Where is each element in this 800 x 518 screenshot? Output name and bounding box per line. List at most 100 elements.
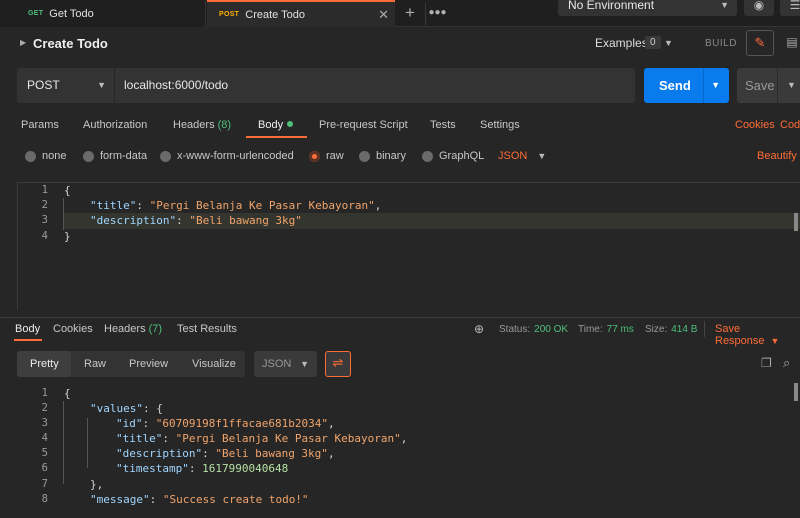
time-value: 77 ms [606,324,634,335]
tab-title: Get Todo [49,7,94,20]
code-token: { [64,184,71,197]
method-select[interactable]: POST ▼ [17,68,114,103]
response-format-select[interactable]: JSON ▼ [254,351,317,377]
size-value: 414 B [671,324,698,335]
chevron-down-icon[interactable]: ▼ [787,68,796,103]
new-tab-button[interactable]: + [399,3,421,25]
save-button[interactable]: Save ▼ [737,68,800,103]
radio-label: raw [326,150,344,162]
tab-body-label: Body [258,119,284,131]
radio-label: form-data [100,150,148,162]
eye-icon[interactable]: ◉ [744,0,774,16]
json-string: "Beli bawang 3kg" [215,447,328,460]
line-number: 5 [41,447,48,459]
radio-dot [83,150,94,162]
indent-guide [63,401,64,484]
radio-label: x-www-form-urlencoded [177,150,294,162]
examples-count-badge: 0 [645,36,661,49]
code-line: "title": "Pergi Belanja Ke Pasar Kebayor… [116,432,408,445]
code-line: "timestamp": 1617990040648 [116,462,289,475]
radio-label: none [42,150,67,162]
send-button[interactable]: Send ▼ [644,68,729,103]
indent-guide [87,418,88,468]
json-string: "60709198f1ffacae681b2034" [155,417,328,430]
tab-params[interactable]: Params [21,119,59,131]
chevron-down-icon: ▼ [97,80,106,90]
copy-icon[interactable]: ❐ [761,356,772,370]
chevron-down-icon: ▼ [537,151,547,161]
pane-divider[interactable] [0,317,800,318]
cookies-link[interactable]: Cookies [735,119,775,131]
environment-select[interactable]: No Environment ▼ [558,0,737,16]
code-line: "description": "Beli bawang 3kg" [90,214,302,227]
headers-count: (8) [217,119,232,131]
json-key: "description" [90,214,177,227]
tab-headers-label: Headers [173,119,215,131]
pencil-icon[interactable]: ✎ [746,30,774,56]
json-string: "Pergi Belanja Ke Pasar Kebayoran" [149,199,375,212]
tab-create-todo[interactable]: POST Create Todo ✕ [207,0,395,27]
tab-method-badge: POST [219,11,240,18]
radio-label: GraphQL [439,150,485,162]
line-number: 7 [41,478,48,490]
response-tab-test-results[interactable]: Test Results [177,323,237,335]
close-icon[interactable]: ✕ [378,7,389,23]
time-label: Time: [578,324,603,335]
chevron-down-icon: ▼ [770,336,780,346]
line-number: 4 [41,432,48,444]
search-icon[interactable]: ⌕ [783,355,790,371]
tab-prerequest-script[interactable]: Pre-request Script [319,119,408,131]
radio-label: binary [376,150,406,162]
code-line: "id": "60709198f1ffacae681b2034", [116,417,335,430]
settings-sliders-icon[interactable]: ☰ [780,0,800,16]
body-format-select[interactable]: JSON ▼ [498,150,546,162]
tab-body[interactable]: Body [258,119,294,131]
radio-raw[interactable]: raw [309,150,344,162]
code-link[interactable]: Code [780,119,800,131]
beautify-link[interactable]: Beautify [757,150,797,162]
examples-label[interactable]: Examples [595,36,648,50]
body-format-label: JSON [498,150,528,162]
line-number: 1 [41,184,48,196]
radio-form-data[interactable]: form-data [83,150,147,162]
status-info: Status: 200 OK [499,324,568,335]
view-visualize[interactable]: Visualize [192,351,236,377]
save-response-label: Save Response [715,323,765,347]
comment-icon[interactable]: ▤ [778,30,800,56]
build-label[interactable]: BUILD [705,38,737,49]
more-tabs-icon[interactable]: ●●● [425,3,449,25]
wrap-lines-icon[interactable]: ⇌ [325,351,351,377]
save-response-button[interactable]: Save Response ▼ [715,323,800,347]
json-key: "description" [116,447,203,460]
environment-label: No Environment [568,0,655,12]
tab-authorization[interactable]: Authorization [83,119,147,131]
collapse-caret-icon[interactable]: ▶ [20,38,26,47]
chevron-down-icon[interactable]: ▼ [711,68,720,103]
radio-none[interactable]: none [25,150,66,162]
tab-settings[interactable]: Settings [480,119,520,131]
tab-get-todo[interactable]: GET Get Todo [0,0,206,27]
line-number: 6 [41,462,48,474]
status-label: Status: [499,324,531,335]
radio-binary[interactable]: binary [359,150,406,162]
response-tab-headers[interactable]: Headers (7) [104,323,162,335]
view-pretty[interactable]: Pretty [30,351,59,377]
response-tab-body[interactable]: Body [15,323,40,335]
radio-urlencoded[interactable]: x-www-form-urlencoded [160,150,294,162]
view-preview[interactable]: Preview [129,351,168,377]
editor-scrollbar[interactable] [794,213,798,231]
divider [704,321,705,337]
code-line: "description": "Beli bawang 3kg", [116,447,335,460]
url-input[interactable]: localhost:6000/todo [115,68,635,103]
radio-graphql[interactable]: GraphQL [422,150,484,162]
code-token: { [64,387,71,400]
response-scrollbar[interactable] [794,383,798,401]
chevron-down-icon[interactable]: ▼ [664,38,673,48]
tab-headers[interactable]: Headers (8) [173,119,231,131]
json-string: "Beli bawang 3kg" [189,214,302,227]
response-tab-cookies[interactable]: Cookies [53,323,93,335]
json-key: "timestamp" [116,462,189,475]
tab-tests[interactable]: Tests [430,119,456,131]
view-raw[interactable]: Raw [84,351,106,377]
globe-icon[interactable]: ⊕ [474,322,484,336]
